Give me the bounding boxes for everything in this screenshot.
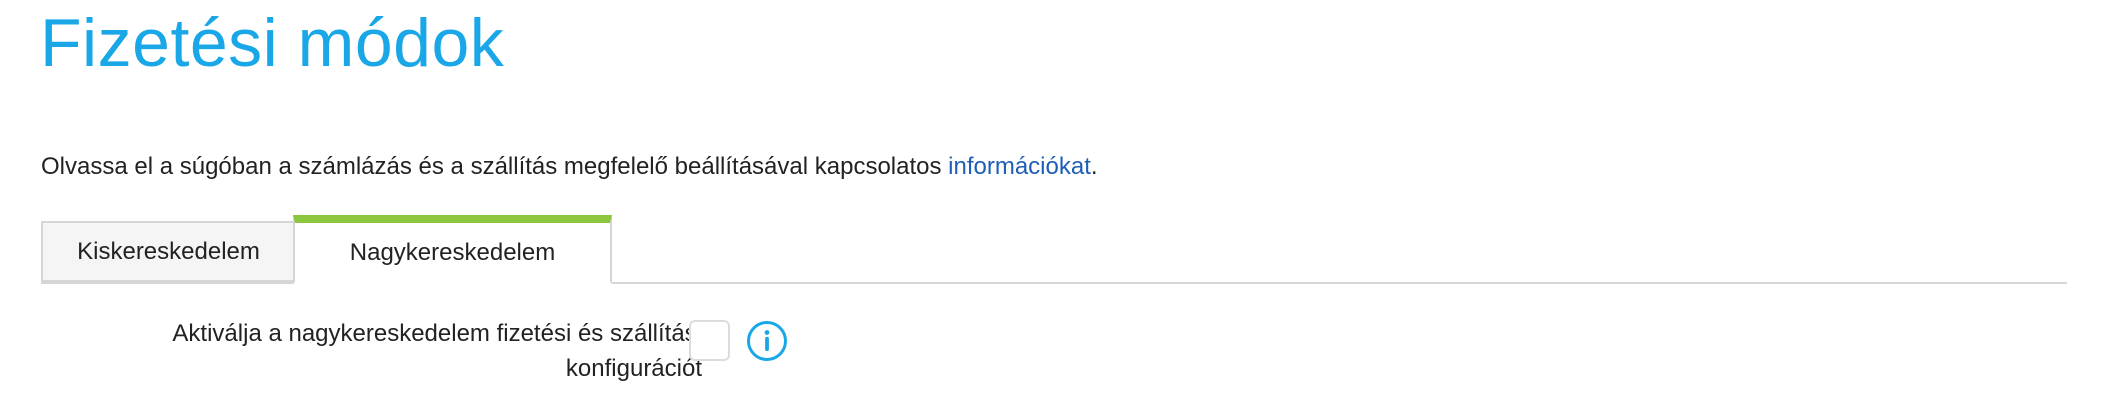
wholesale-setting-label-line-2: konfigurációt <box>565 355 702 382</box>
wholesale-setting-label: Aktiválja a nagykereskedelem fizetési és… <box>62 316 702 386</box>
payment-methods-page: Fizetési módok Olvassa el a súgóban a sz… <box>0 0 2105 418</box>
help-intro: Olvassa el a súgóban a számlázás és a sz… <box>41 150 1098 184</box>
help-info-link[interactable]: információkat <box>948 153 1091 180</box>
help-intro-suffix: . <box>1090 153 1098 180</box>
info-icon[interactable] <box>745 319 789 363</box>
tab-wholesale[interactable]: Nagykereskedelem <box>293 215 612 284</box>
wholesale-config-checkbox[interactable] <box>689 320 730 361</box>
wholesale-setting-row: Aktiválja a nagykereskedelem fizetési és… <box>41 316 2067 396</box>
help-intro-text: Olvassa el a súgóban a számlázás és a sz… <box>41 153 949 180</box>
wholesale-setting-label-line-1: Aktiválja a nagykereskedelem fizetési és… <box>172 320 702 347</box>
pricing-tabs: Kiskereskedelem Nagykereskedelem <box>41 215 2067 284</box>
page-title: Fizetési módok <box>40 5 505 81</box>
tab-retail[interactable]: Kiskereskedelem <box>41 221 294 282</box>
